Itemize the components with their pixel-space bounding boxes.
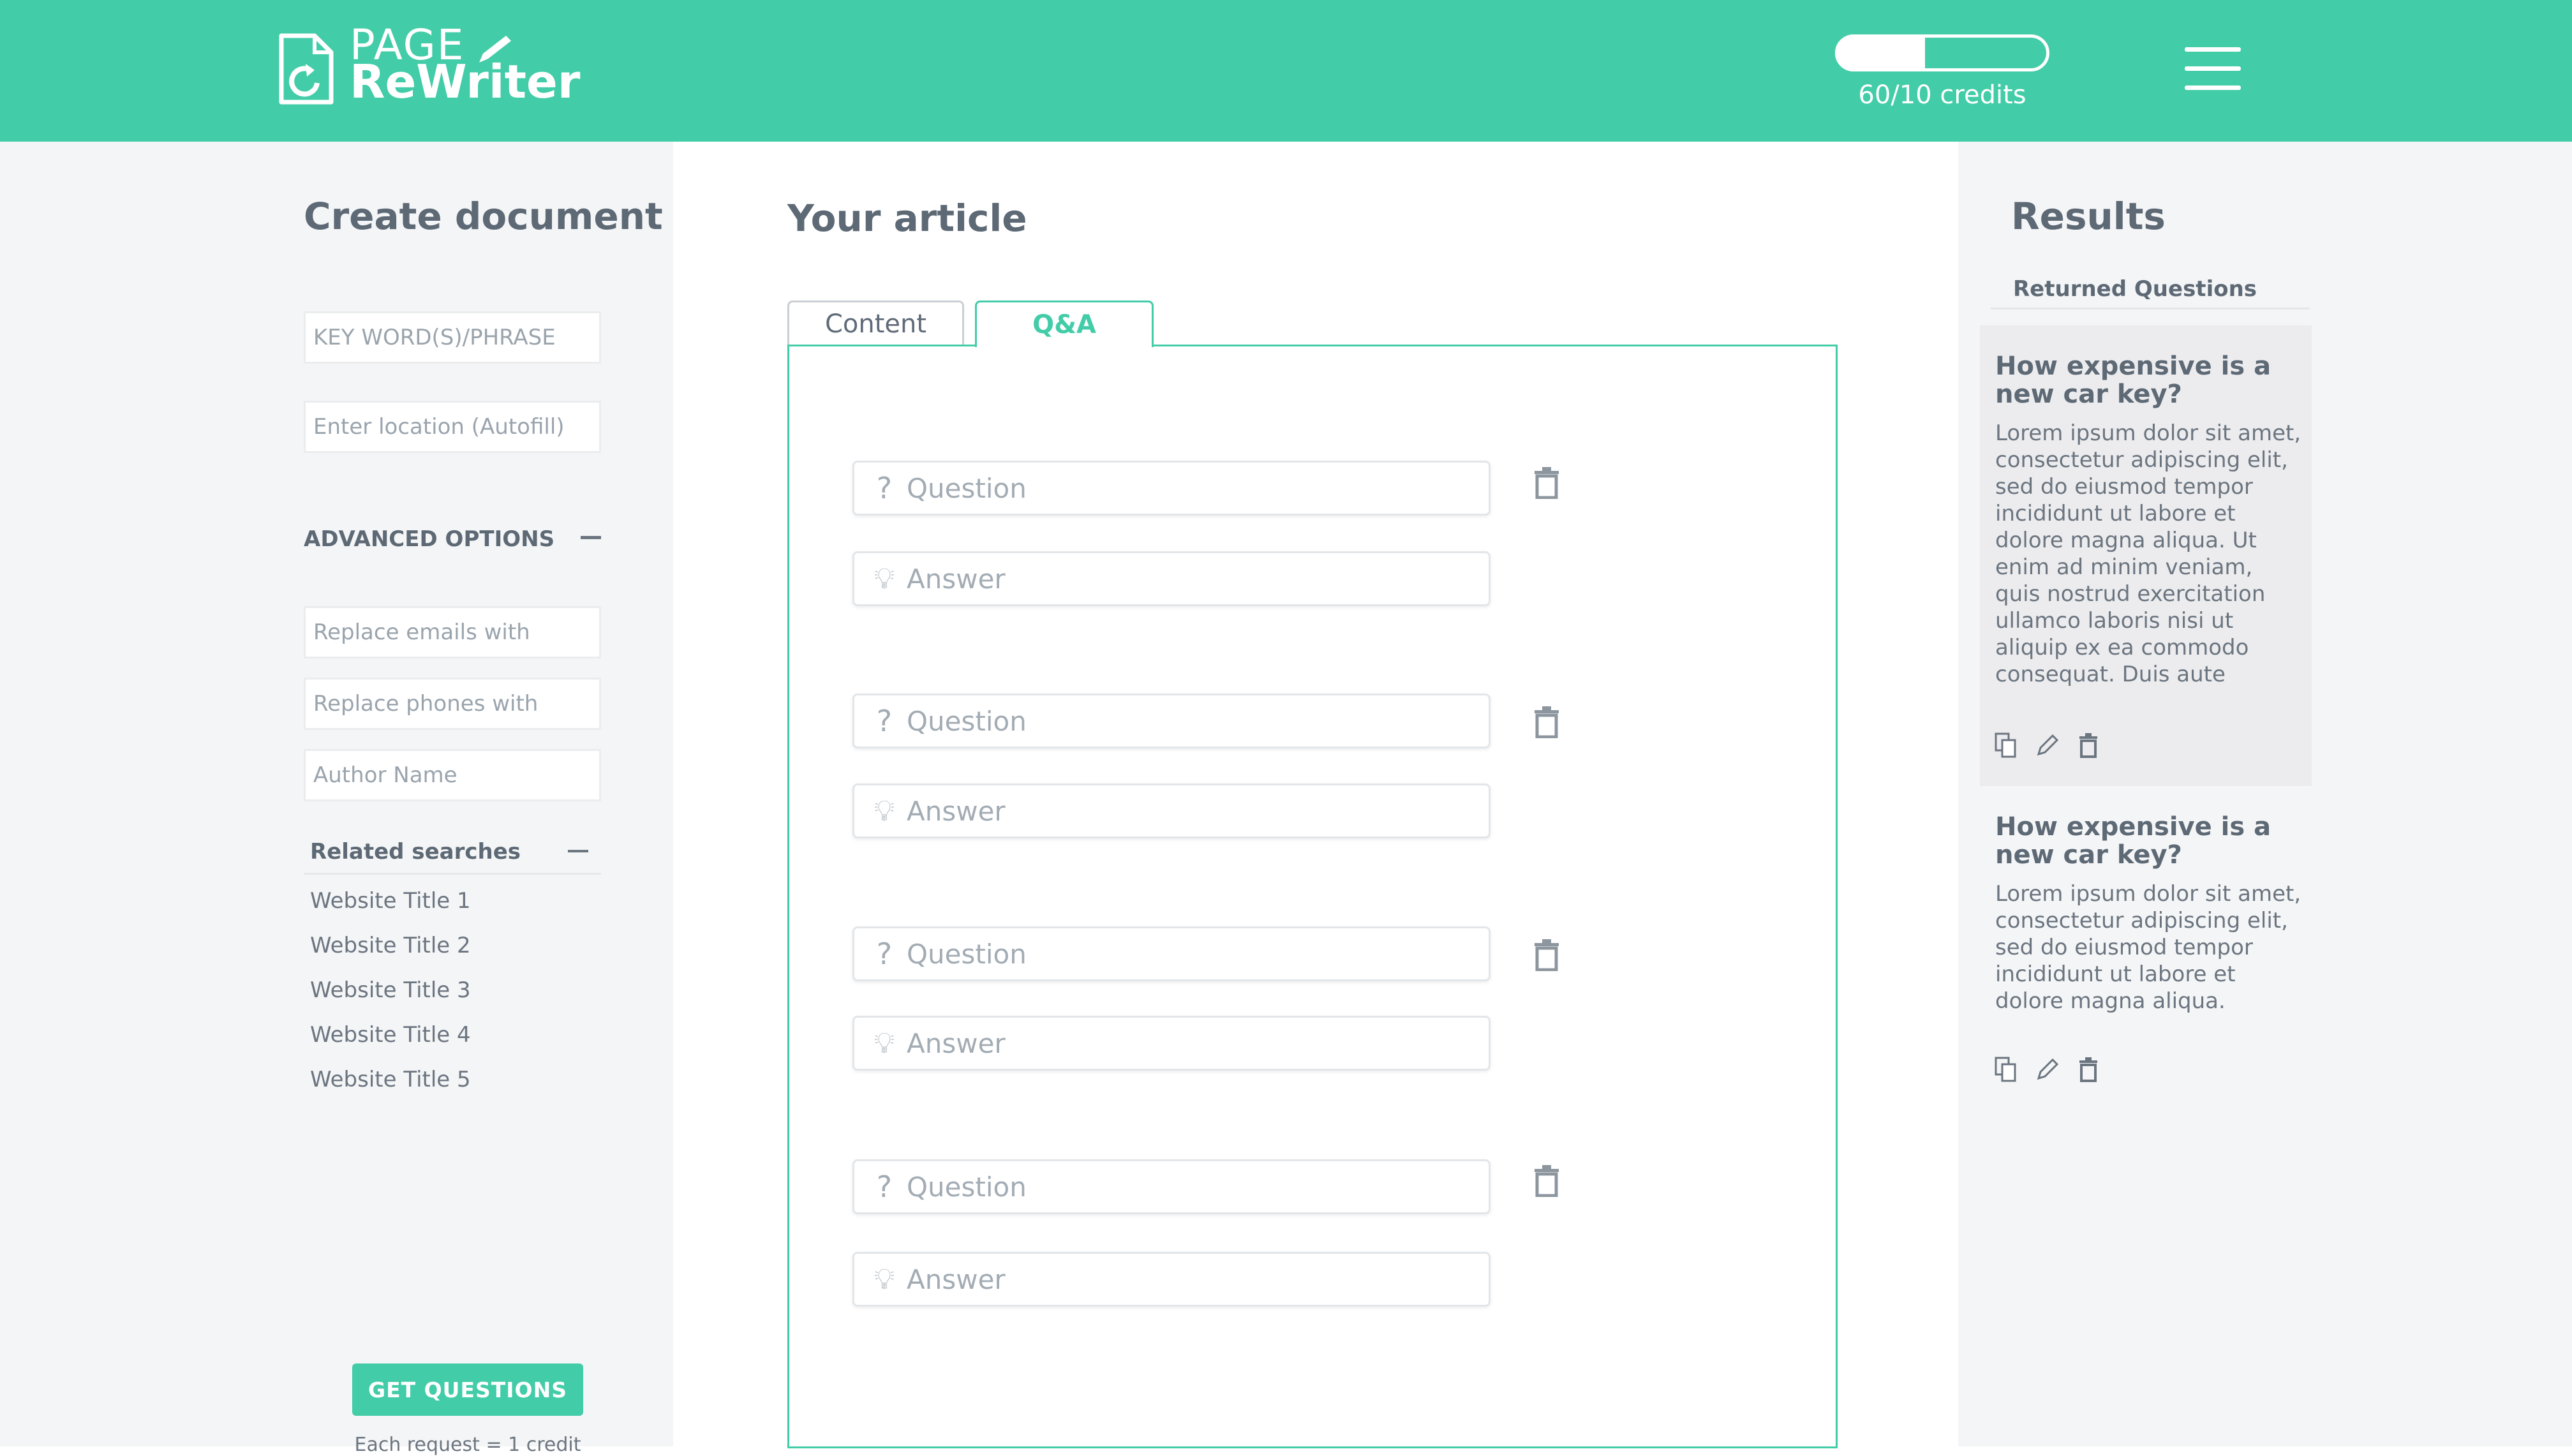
credit-note: Each request = 1 credit [354, 1434, 581, 1456]
result-card-title: How expensive is a new car key? [1995, 352, 2271, 409]
answer-input[interactable]: 💡︎ Answer [852, 551, 1490, 606]
collapse-related-icon[interactable] [568, 850, 588, 852]
hamburger-menu-icon[interactable] [2176, 42, 2250, 96]
answer-input[interactable]: 💡︎ Answer [852, 1016, 1490, 1071]
related-item[interactable]: Website Title 2 [310, 933, 471, 958]
logo-text-rewriter: ReWriter [350, 55, 581, 108]
question-input[interactable]: ? Question [852, 926, 1490, 981]
tab-content[interactable]: Content [787, 301, 964, 345]
trash-icon[interactable] [1533, 467, 1560, 499]
credits-label: 60/10 credits [1858, 80, 2026, 110]
question-mark-icon: ? [876, 937, 893, 971]
divider [304, 873, 601, 875]
location-input[interactable]: Enter location (Autofill) [304, 401, 601, 453]
author-name-input[interactable]: Author Name [304, 749, 601, 801]
your-article-title: Your article [787, 197, 1027, 240]
returned-questions-label: Returned Questions [2013, 276, 2257, 302]
related-item[interactable]: Website Title 4 [310, 1022, 471, 1048]
question-placeholder: Question [907, 705, 1027, 737]
question-placeholder: Question [907, 1171, 1027, 1203]
trash-icon[interactable] [1533, 706, 1560, 738]
question-input[interactable]: ? Question [852, 694, 1490, 748]
get-questions-button[interactable]: GET QUESTIONS [352, 1363, 583, 1416]
lightbulb-icon: 💡︎ [873, 1261, 895, 1296]
trash-icon[interactable] [2076, 1057, 2101, 1082]
edit-pencil-icon[interactable] [2035, 1057, 2060, 1082]
answer-placeholder: Answer [907, 563, 1006, 595]
result-card-body: Lorem ipsum dolor sit amet, consectetur … [1995, 881, 2301, 1014]
lightbulb-icon: 💡︎ [873, 561, 895, 595]
result-card-body: Lorem ipsum dolor sit amet, consectetur … [1995, 420, 2301, 687]
lightbulb-icon: 💡︎ [873, 1025, 895, 1060]
related-item[interactable]: Website Title 1 [310, 888, 471, 914]
divider [1991, 308, 2310, 309]
lightbulb-icon: 💡︎ [873, 793, 895, 828]
answer-input[interactable]: 💡︎ Answer [852, 784, 1490, 838]
copy-icon[interactable] [1993, 1057, 2019, 1082]
tab-qa[interactable]: Q&A [975, 301, 1154, 347]
replace-emails-input[interactable]: Replace emails with [304, 606, 601, 658]
related-item[interactable]: Website Title 5 [310, 1067, 471, 1092]
answer-input[interactable]: 💡︎ Answer [852, 1252, 1490, 1307]
trash-icon[interactable] [2076, 732, 2101, 758]
copy-icon[interactable] [1993, 732, 2019, 758]
edit-pencil-icon[interactable] [2035, 732, 2060, 758]
replace-phones-input[interactable]: Replace phones with [304, 678, 601, 730]
question-placeholder: Question [907, 472, 1027, 504]
advanced-options-label: ADVANCED OPTIONS [304, 526, 555, 552]
question-input[interactable]: ? Question [852, 461, 1490, 516]
question-input[interactable]: ? Question [852, 1159, 1490, 1214]
collapse-advanced-icon[interactable] [581, 536, 601, 539]
keyword-input[interactable]: KEY WORD(S)/PHRASE [304, 311, 601, 364]
related-item[interactable]: Website Title 3 [310, 977, 471, 1003]
result-card-title: How expensive is a new car key? [1995, 812, 2271, 870]
credits-progress-fill [1835, 34, 1925, 71]
question-mark-icon: ? [876, 471, 893, 505]
trash-icon[interactable] [1533, 939, 1560, 971]
document-refresh-logo-icon [279, 33, 334, 105]
question-mark-icon: ? [876, 704, 893, 738]
create-document-title: Create document [304, 195, 663, 238]
answer-placeholder: Answer [907, 1263, 1006, 1295]
question-mark-icon: ? [876, 1170, 893, 1204]
results-title: Results [2011, 195, 2166, 238]
question-placeholder: Question [907, 938, 1027, 970]
related-searches-label: Related searches [310, 839, 521, 865]
answer-placeholder: Answer [907, 1027, 1006, 1059]
answer-placeholder: Answer [907, 795, 1006, 827]
trash-icon[interactable] [1533, 1165, 1560, 1197]
